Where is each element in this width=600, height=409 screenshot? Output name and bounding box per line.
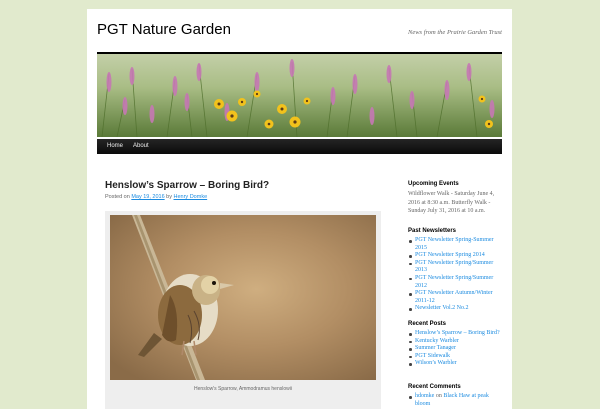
list-item: PGT Newsletter Autumn/Winter 2011-12 bbox=[408, 290, 503, 305]
recent-comments-list: hdomke on Black Haw at peak bloom bbox=[408, 393, 503, 408]
recent-post-link[interactable]: Wilson’s Warbler bbox=[415, 360, 457, 366]
comment-author-link[interactable]: hdomke bbox=[415, 393, 434, 399]
list-item: PGT Newsletter Spring/Summer 2012 bbox=[408, 275, 503, 290]
list-item: PGT Sidewalk bbox=[408, 353, 503, 361]
past-newsletters-title: Past Newsletters bbox=[408, 228, 457, 234]
comment-on-label: on bbox=[435, 393, 442, 399]
list-item: Kentucky Warbler bbox=[408, 338, 503, 346]
recent-posts-list: Henslow’s Sparrow – Boring Bird? Kentuck… bbox=[408, 330, 503, 368]
recent-post-link[interactable]: Kentucky Warbler bbox=[415, 338, 459, 344]
recent-post-link[interactable]: Henslow’s Sparrow – Boring Bird? bbox=[415, 330, 500, 336]
recent-posts-title: Recent Posts bbox=[408, 321, 447, 327]
site-description: News from the Prairie Garden Trust bbox=[408, 29, 502, 36]
newsletter-link[interactable]: PGT Newsletter Spring/Summer 2013 bbox=[415, 260, 493, 274]
post-meta: Posted on May 19, 2016 by Henry Domke bbox=[105, 194, 207, 200]
recent-post-link[interactable]: PGT Sidewalk bbox=[415, 353, 450, 359]
list-item: PGT Newsletter Spring-Summer 2015 bbox=[408, 237, 503, 252]
post-author-link[interactable]: Henry Domke bbox=[174, 194, 208, 200]
post-figure: Henslow's Sparrow, Ammodramus henslowii bbox=[105, 211, 381, 409]
list-item: PGT Newsletter Spring 2014 bbox=[408, 252, 503, 260]
list-item: PGT Newsletter Spring/Summer 2013 bbox=[408, 260, 503, 275]
page-wrapper: PGT Nature Garden News from the Prairie … bbox=[87, 9, 512, 409]
upcoming-events-text: Wildflower Walk - Saturday June 4, 2016 … bbox=[408, 191, 495, 214]
list-item: Henslow’s Sparrow – Boring Bird? bbox=[408, 330, 503, 338]
main-navigation: Home About bbox=[97, 139, 502, 154]
posted-on-label: Posted on bbox=[105, 194, 130, 200]
list-item: hdomke on Black Haw at peak bloom bbox=[408, 393, 503, 408]
post-title[interactable]: Henslow’s Sparrow – Boring Bird? bbox=[105, 180, 269, 191]
image-caption: Henslow's Sparrow, Ammodramus henslowii bbox=[194, 386, 292, 392]
newsletter-link[interactable]: Newsletter Vol.2 No.2 bbox=[415, 305, 468, 311]
sparrow-photo bbox=[110, 215, 376, 380]
nav-home[interactable]: Home bbox=[101, 139, 129, 154]
header-image[interactable] bbox=[97, 54, 502, 137]
list-item: Newsletter Vol.2 No.2 bbox=[408, 305, 503, 313]
recent-comments-title: Recent Comments bbox=[408, 384, 461, 390]
newsletter-link[interactable]: PGT Newsletter Spring-Summer 2015 bbox=[415, 237, 494, 251]
post-image[interactable] bbox=[110, 215, 376, 380]
by-label: by bbox=[166, 194, 172, 200]
prairie-flowers-photo bbox=[97, 54, 502, 137]
post-date-link[interactable]: May 19, 2016 bbox=[131, 194, 164, 200]
recent-post-link[interactable]: Summer Tanager bbox=[415, 345, 456, 351]
list-item: Wilson’s Warbler bbox=[408, 360, 503, 368]
newsletter-link[interactable]: PGT Newsletter Spring/Summer 2012 bbox=[415, 275, 493, 289]
newsletter-link[interactable]: PGT Newsletter Spring 2014 bbox=[415, 252, 485, 258]
upcoming-events-title: Upcoming Events bbox=[408, 181, 459, 187]
newsletter-link[interactable]: PGT Newsletter Autumn/Winter 2011-12 bbox=[415, 290, 493, 304]
newsletters-list: PGT Newsletter Spring-Summer 2015 PGT Ne… bbox=[408, 237, 503, 313]
site-title[interactable]: PGT Nature Garden bbox=[97, 21, 231, 38]
list-item: Summer Tanager bbox=[408, 345, 503, 353]
nav-about[interactable]: About bbox=[127, 139, 155, 154]
